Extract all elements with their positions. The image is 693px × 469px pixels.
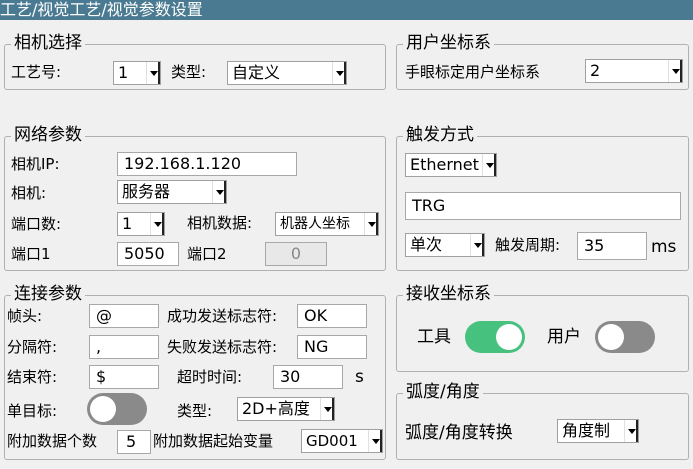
arc-angle-convert-value: 角度制 [562,421,611,440]
window-title: 工艺/视觉工艺/视觉参数设置 [0,0,693,20]
extra-data-count-label: 附加数据个数 [7,432,98,450]
frame-header-input[interactable]: @ [89,304,159,328]
trigger-count-value: 单次 [410,235,443,254]
trigger-period-input[interactable]: 35 [577,232,647,260]
port-count-select[interactable]: 1 [117,212,165,236]
camera-data-label: 相机数据: [187,214,253,232]
process-number-label: 工艺号: [11,63,62,81]
connection-group: 连接参数 帧头: @ 成功发送标志符: OK 分隔符: , 失败发送标志符: N… [4,283,386,460]
camera-mode-select[interactable]: 服务器 [117,180,227,204]
user-coord-group: 用户坐标系 手眼标定用户坐标系 2 [396,32,689,90]
trigger-period-unit: ms [651,237,677,257]
camera-label: 相机: [11,184,47,202]
trigger-group: 触发方式 Ethernet TRG 单次 触发周期: 35 ms [396,124,689,271]
port1-label: 端口1 [11,245,51,263]
frame-header-label: 帧头: [7,307,43,325]
arc-angle-convert-select[interactable]: 角度制 [557,419,639,443]
extra-data-count-input[interactable]: 5 [117,430,151,454]
port1-input[interactable]: 5050 [117,242,179,266]
extra-data-start-select[interactable]: GD001 [301,429,383,453]
trigger-period-label: 触发周期: [495,236,561,254]
camera-data-value: 机器人坐标 [280,216,350,232]
camera-select-legend: 相机选择 [11,32,85,54]
arc-angle-group: 弧度/角度 弧度/角度转换 角度制 [396,381,689,460]
receive-coord-legend: 接收坐标系 [403,283,494,305]
port-count-value: 1 [122,214,133,233]
end-char-input[interactable]: $ [89,365,159,389]
user-label: 用户 [547,327,581,347]
user-coord-toggle[interactable] [595,321,655,353]
network-group: 网络参数 相机IP: 192.168.1.120 相机: 服务器 端口数: 1 … [4,124,386,271]
process-number-select[interactable]: 1 [113,61,161,85]
connection-type-label: 类型: [177,402,213,420]
timeout-unit: s [355,367,364,387]
connection-legend: 连接参数 [11,283,85,305]
success-flag-input[interactable]: OK [297,304,367,328]
success-flag-label: 成功发送标志符: [167,307,278,325]
tool-label: 工具 [417,327,451,347]
extra-data-start-label: 附加数据起始变量 [153,432,274,450]
hand-eye-user-coord-select[interactable]: 2 [585,59,683,83]
trigger-command-input[interactable]: TRG [405,192,681,220]
trigger-legend: 触发方式 [403,124,477,146]
port2-input: 0 [265,242,327,266]
timeout-input[interactable]: 30 [273,365,343,389]
arc-angle-convert-label: 弧度/角度转换 [405,423,513,443]
type-label: 类型: [171,63,207,81]
process-number-value: 1 [118,63,129,82]
camera-ip-input[interactable]: 192.168.1.120 [117,152,297,176]
user-coord-legend: 用户坐标系 [403,32,494,54]
trigger-mode-select[interactable]: Ethernet [405,153,497,177]
single-target-label: 单目标: [7,402,58,420]
toggle-knob [496,324,522,350]
toggle-knob [90,396,116,422]
timeout-label: 超时时间: [177,368,243,386]
separator-input[interactable]: , [89,335,159,359]
camera-type-select[interactable]: 自定义 [227,61,347,85]
camera-mode-value: 服务器 [122,182,171,201]
fail-flag-label: 失败发送标志符: [167,338,278,356]
port-count-label: 端口数: [11,215,62,233]
end-char-label: 结束符: [7,368,58,386]
tool-coord-toggle[interactable] [465,321,525,353]
camera-select-group: 相机选择 工艺号: 1 类型: 自定义 [4,32,386,90]
hand-eye-user-coord-label: 手眼标定用户坐标系 [405,63,541,81]
receive-coord-group: 接收坐标系 工具 用户 [396,283,689,372]
camera-type-value: 自定义 [232,63,281,82]
camera-data-select[interactable]: 机器人坐标 [275,212,379,236]
trigger-count-select[interactable]: 单次 [405,233,485,257]
camera-ip-label: 相机IP: [11,155,60,173]
port2-label: 端口2 [187,245,227,263]
arc-angle-legend: 弧度/角度 [403,381,483,403]
trigger-mode-value: Ethernet [410,155,479,174]
hand-eye-user-coord-value: 2 [590,61,601,80]
extra-data-start-value: GD001 [306,432,358,450]
connection-type-value: 2D+高度 [242,399,310,418]
toggle-knob [598,324,624,350]
fail-flag-input[interactable]: NG [297,335,367,359]
connection-type-select[interactable]: 2D+高度 [237,397,335,421]
network-legend: 网络参数 [11,124,85,146]
separator-label: 分隔符: [7,338,58,356]
single-target-toggle[interactable] [87,393,147,425]
